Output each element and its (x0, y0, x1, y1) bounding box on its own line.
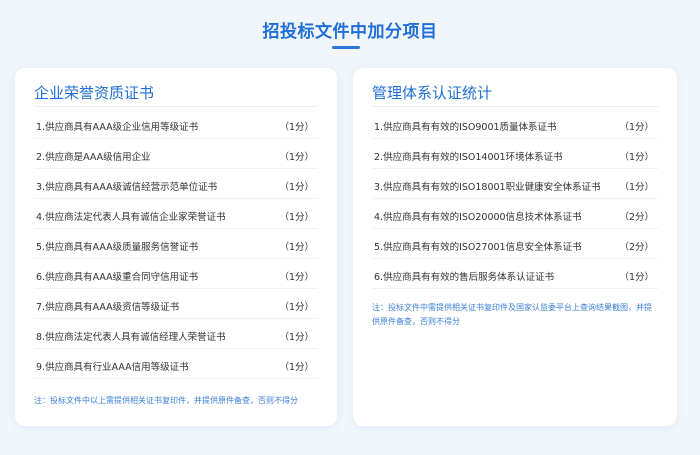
footnote: 注：投标文件中以上需提供相关证书复印件，并提供原件备查，否则不得分 (34, 396, 298, 405)
list-item: 1.供应商具有有效的ISO9001质量体系证书 （1分） (372, 109, 658, 139)
list-item: 7.供应商具有AAA级资信等级证书 （1分） (34, 289, 318, 319)
list-item: 2.供应商是AAA级信用企业 （1分） (34, 139, 318, 169)
item-label: 8.供应商法定代表人具有诚信经理人荣誉证书 (36, 332, 226, 343)
item-label: 5.供应商具有AAA级质量服务信誉证书 (36, 242, 199, 253)
item-label: 7.供应商具有AAA级资信等级证书 (36, 302, 180, 313)
list-item: 4.供应商具有有效的ISO20000信息技术体系证书 （2分） (372, 199, 658, 229)
list-item: 1.供应商具有AAA级企业信用等级证书 （1分） (34, 109, 318, 139)
item-score: （2分） (619, 212, 654, 223)
list-item: 6.供应商具有有效的售后服务体系认证证书 （1分） (372, 259, 658, 289)
item-score: （1分） (279, 212, 314, 223)
item-score: （1分） (279, 272, 314, 283)
list-item: 2.供应商具有有效的ISO14001环境体系证书 （1分） (372, 139, 658, 169)
divider (372, 106, 658, 107)
item-score: （1分） (279, 362, 314, 373)
item-score: （1分） (619, 182, 654, 193)
item-label: 4.供应商具有有效的ISO20000信息技术体系证书 (374, 212, 582, 223)
item-label: 1.供应商具有AAA级企业信用等级证书 (36, 122, 199, 133)
item-score: （1分） (279, 182, 314, 193)
item-label: 6.供应商具有AAA级重合同守信用证书 (36, 272, 199, 283)
card-title: 企业荣誉资质证书 (34, 84, 155, 102)
item-label: 1.供应商具有有效的ISO9001质量体系证书 (374, 122, 557, 133)
item-score: （1分） (619, 122, 654, 133)
item-label: 2.供应商是AAA级信用企业 (36, 152, 151, 163)
page-header: 招投标文件中加分项目 (0, 0, 700, 60)
item-label: 6.供应商具有有效的售后服务体系认证证书 (374, 272, 555, 283)
item-score: （1分） (279, 152, 314, 163)
list-item: 5.供应商具有AAA级质量服务信誉证书 （1分） (34, 229, 318, 259)
item-label: 4.供应商法定代表人具有诚信企业家荣誉证书 (36, 212, 226, 223)
list-item: 8.供应商法定代表人具有诚信经理人荣誉证书 （1分） (34, 319, 318, 349)
list-item: 9.供应商具有行业AAA信用等级证书 （1分） (34, 349, 318, 379)
item-score: （1分） (279, 122, 314, 133)
page-title: 招投标文件中加分项目 (262, 22, 438, 42)
item-label: 5.供应商具有有效的ISO27001信息安全体系证书 (374, 242, 582, 253)
divider (34, 106, 318, 107)
item-score: （1分） (619, 272, 654, 283)
footnote: 注：投标文件中需提供相关证书复印件及国家认监委平台上查询结果截图，并提供原件备查… (372, 303, 652, 326)
item-score: （1分） (279, 302, 314, 313)
item-score: （1分） (279, 332, 314, 343)
item-label: 2.供应商具有有效的ISO14001环境体系证书 (374, 152, 563, 163)
item-score: （1分） (619, 152, 654, 163)
list-item: 5.供应商具有有效的ISO27001信息安全体系证书 （2分） (372, 229, 658, 259)
honor-list: 1.供应商具有AAA级企业信用等级证书 （1分） 2.供应商是AAA级信用企业 （1… (34, 109, 318, 379)
card-title: 管理体系认证统计 (372, 84, 493, 102)
item-label: 9.供应商具有行业AAA信用等级证书 (36, 362, 189, 373)
management-system-card: 管理体系认证统计 1.供应商具有有效的ISO9001质量体系证书 （1分） 2.供… (353, 68, 677, 426)
item-label: 3.供应商具有有效的ISO18001职业健康安全体系证书 (374, 182, 601, 193)
list-item: 4.供应商法定代表人具有诚信企业家荣誉证书 （1分） (34, 199, 318, 229)
list-item: 6.供应商具有AAA级重合同守信用证书 （1分） (34, 259, 318, 289)
item-label: 3.供应商具有AAA级诚信经营示范单位证书 (36, 182, 218, 193)
item-score: （2分） (619, 242, 654, 253)
list-item: 3.供应商具有AAA级诚信经营示范单位证书 （1分） (34, 169, 318, 199)
honor-certificates-card: 企业荣誉资质证书 1.供应商具有AAA级企业信用等级证书 （1分） 2.供应商是A… (15, 68, 337, 426)
certification-list: 1.供应商具有有效的ISO9001质量体系证书 （1分） 2.供应商具有有效的IS… (372, 109, 658, 289)
list-item: 3.供应商具有有效的ISO18001职业健康安全体系证书 （1分） (372, 169, 658, 199)
title-underline (332, 46, 360, 49)
item-score: （1分） (279, 242, 314, 253)
